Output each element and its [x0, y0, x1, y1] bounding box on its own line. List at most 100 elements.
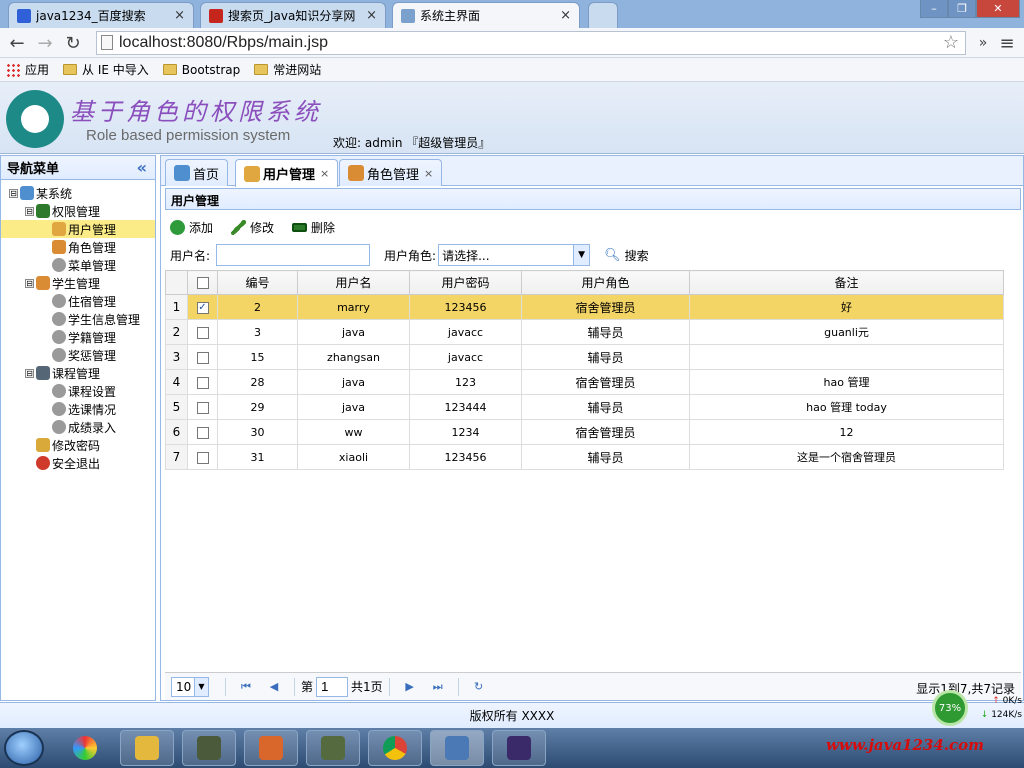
- checkbox-cell[interactable]: [187, 394, 218, 420]
- table-row[interactable]: 7 31 xiaoli 123456 辅导员 这是一个宿舍管理员: [165, 444, 1004, 470]
- checkbox-cell[interactable]: [187, 444, 218, 470]
- column-header[interactable]: 用户密码: [409, 270, 522, 295]
- collapse-icon[interactable]: «: [137, 158, 147, 177]
- menu-icon[interactable]: ≡: [996, 32, 1018, 54]
- row-checkbox[interactable]: [196, 451, 209, 464]
- username-input[interactable]: [216, 244, 371, 266]
- back-arrow-icon[interactable]: ←: [6, 32, 28, 54]
- column-header[interactable]: 备注: [689, 270, 1004, 295]
- tab-role-management[interactable]: 角色管理 ×: [339, 159, 443, 186]
- sidebar-item[interactable]: 用户管理: [1, 220, 155, 238]
- sidebar-item[interactable]: 安全退出: [1, 454, 155, 472]
- pinwheel-app-icon[interactable]: [58, 730, 112, 766]
- role-select[interactable]: 请选择... ▼: [438, 244, 591, 266]
- sidebar-item[interactable]: ⊟ 某系统: [1, 184, 155, 202]
- sidebar-item[interactable]: 选课情况: [1, 400, 155, 418]
- chevron-down-icon[interactable]: ▼: [573, 245, 590, 265]
- browser-tab-java[interactable]: 搜索页_Java知识分享网 ×: [200, 2, 386, 28]
- row-checkbox[interactable]: [196, 376, 209, 389]
- bookmark-common[interactable]: 常进网站: [254, 61, 321, 78]
- row-checkbox[interactable]: [196, 426, 209, 439]
- tab-user-management[interactable]: 用户管理 ×: [235, 159, 339, 187]
- minimize-button[interactable]: –: [920, 0, 948, 18]
- powerpoint-icon[interactable]: [244, 730, 298, 766]
- checkbox-cell[interactable]: ✓: [187, 294, 218, 320]
- sidebar-item[interactable]: 课程设置: [1, 382, 155, 400]
- refresh-icon[interactable]: ↻: [469, 677, 489, 697]
- last-page-icon[interactable]: ⏭: [428, 677, 448, 697]
- sidebar-item[interactable]: ⊟ 课程管理: [1, 364, 155, 382]
- bookmark-ie[interactable]: 从 IE 中导入: [63, 61, 149, 78]
- browser-tab-baidu[interactable]: java1234_百度搜索 ×: [8, 2, 194, 28]
- browser-tab-main[interactable]: 系统主界面 ×: [392, 2, 580, 28]
- page-size-select[interactable]: 10 ▼: [171, 676, 209, 697]
- reload-icon[interactable]: ↻: [62, 32, 84, 54]
- windows-start-icon[interactable]: [4, 730, 44, 766]
- first-page-icon[interactable]: ⏮: [236, 677, 256, 697]
- close-icon[interactable]: ×: [424, 167, 433, 180]
- chevron-down-icon[interactable]: ▼: [194, 677, 208, 696]
- close-window-button[interactable]: ✕: [976, 0, 1020, 18]
- next-page-icon[interactable]: ▶: [400, 677, 420, 697]
- row-checkbox[interactable]: [196, 326, 209, 339]
- collapse-toggle-icon[interactable]: ⊟: [25, 206, 34, 216]
- sidebar-item[interactable]: 奖惩管理: [1, 346, 155, 364]
- column-header[interactable]: 用户角色: [521, 270, 690, 295]
- eclipse-icon[interactable]: [492, 730, 546, 766]
- close-icon[interactable]: ×: [560, 8, 571, 23]
- tab-home[interactable]: 首页: [165, 159, 229, 186]
- column-header[interactable]: 编号: [217, 270, 298, 295]
- collapse-toggle-icon[interactable]: ⊟: [25, 368, 34, 378]
- recorder-icon[interactable]: [306, 730, 360, 766]
- sidebar-item[interactable]: ⊟ 学生管理: [1, 274, 155, 292]
- close-icon[interactable]: ×: [320, 167, 329, 180]
- more-bookmarks-icon[interactable]: »: [972, 32, 994, 54]
- table-row[interactable]: 2 3 java javacc 辅导员 guanli元: [165, 319, 1004, 345]
- star-icon[interactable]: ☆: [943, 32, 959, 53]
- mysql-icon[interactable]: [430, 730, 484, 766]
- bookmark-bootstrap[interactable]: Bootstrap: [162, 63, 240, 77]
- select-all-header[interactable]: [187, 270, 218, 295]
- sidebar-item[interactable]: 住宿管理: [1, 292, 155, 310]
- sidebar-item[interactable]: ⊟ 权限管理: [1, 202, 155, 220]
- edit-button[interactable]: 修改: [231, 219, 274, 236]
- select-all-checkbox[interactable]: [196, 277, 209, 289]
- table-row[interactable]: 3 15 zhangsan javacc 辅导员: [165, 344, 1004, 370]
- app-icon[interactable]: [182, 730, 236, 766]
- forward-arrow-icon[interactable]: →: [34, 32, 56, 54]
- new-tab-button[interactable]: [588, 2, 618, 28]
- table-row[interactable]: 1 ✓ 2 marry 123456 宿舍管理员好: [165, 294, 1004, 320]
- url-input[interactable]: localhost:8080/Rbps/main.jsp ☆: [96, 31, 966, 55]
- row-checkbox[interactable]: [196, 401, 209, 414]
- table-row[interactable]: 4 28 java 123 宿舍管理员 hao 管理: [165, 369, 1004, 395]
- delete-button[interactable]: 删除: [292, 219, 335, 236]
- checkbox-cell[interactable]: [187, 319, 218, 345]
- prev-page-icon[interactable]: ◀: [264, 677, 284, 697]
- add-button[interactable]: 添加: [170, 219, 213, 236]
- sidebar-item[interactable]: 菜单管理: [1, 256, 155, 274]
- row-checkbox[interactable]: [196, 351, 209, 364]
- chrome-icon[interactable]: [368, 730, 422, 766]
- sidebar-item[interactable]: 学籍管理: [1, 328, 155, 346]
- sidebar-item[interactable]: 角色管理: [1, 238, 155, 256]
- search-button[interactable]: 搜索: [625, 247, 649, 264]
- sidebar-item[interactable]: 成绩录入: [1, 418, 155, 436]
- checkbox-cell[interactable]: [187, 344, 218, 370]
- sidebar-item[interactable]: 学生信息管理: [1, 310, 155, 328]
- row-checkbox[interactable]: ✓: [196, 301, 209, 314]
- checkbox-cell[interactable]: [187, 369, 218, 395]
- bookmark-apps[interactable]: 应用: [6, 61, 49, 78]
- page-number-input[interactable]: [316, 676, 349, 697]
- maximize-button[interactable]: ❐: [948, 0, 976, 18]
- table-row[interactable]: 6 30 ww 1234 宿舍管理员 12: [165, 419, 1004, 445]
- close-icon[interactable]: ×: [366, 8, 377, 23]
- close-icon[interactable]: ×: [174, 8, 185, 23]
- collapse-toggle-icon[interactable]: ⊟: [25, 278, 34, 288]
- sidebar-item[interactable]: 修改密码: [1, 436, 155, 454]
- explorer-icon[interactable]: [120, 730, 174, 766]
- column-header[interactable]: 用户名: [297, 270, 410, 295]
- cell-username: java: [297, 369, 410, 395]
- table-row[interactable]: 5 29 java 123444 辅导员 hao 管理 today: [165, 394, 1004, 420]
- checkbox-cell[interactable]: [187, 419, 218, 445]
- collapse-toggle-icon[interactable]: ⊟: [9, 188, 18, 198]
